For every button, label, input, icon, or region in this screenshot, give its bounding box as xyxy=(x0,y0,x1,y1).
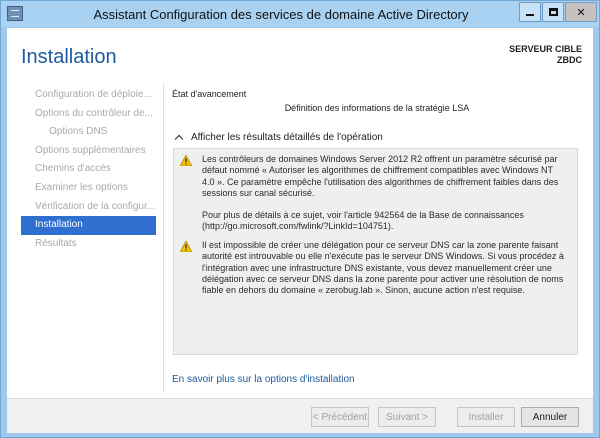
result-message-text: Il est impossible de créer une délégatio… xyxy=(202,240,567,296)
next-button[interactable]: Suivant > xyxy=(378,407,436,427)
progress-status: Définition des informations de la straté… xyxy=(284,103,470,113)
details-toggle[interactable]: Afficher les résultats détaillés de l'op… xyxy=(174,132,383,143)
wizard-window: Assistant Configuration des services de … xyxy=(0,0,600,438)
sidebar-divider xyxy=(163,83,164,393)
target-server-label: SERVEUR CIBLE xyxy=(509,44,582,54)
close-button[interactable]: ✕ xyxy=(565,2,597,22)
detailed-results-panel[interactable]: Les contrôleurs de domaines Windows Serv… xyxy=(173,148,578,355)
target-server-name: ZBDC xyxy=(557,55,582,65)
result-message-paragraph: Pour plus de détails à ce sujet, voir l'… xyxy=(202,210,524,232)
page-title: Installation xyxy=(21,46,117,68)
result-message-paragraph: Les contrôleurs de domaines Windows Serv… xyxy=(202,154,559,198)
chevron-up-icon xyxy=(174,134,184,143)
details-toggle-label: Afficher les résultats détaillés de l'op… xyxy=(191,132,383,143)
nav-item-paths[interactable]: Chemins d'accès xyxy=(21,160,156,179)
install-button[interactable]: Installer xyxy=(457,407,515,427)
wizard-footer: < Précédent Suivant > Installer Annuler xyxy=(7,398,593,433)
learn-more-link[interactable]: En savoir plus sur la options d'installa… xyxy=(172,374,355,385)
nav-item-additional-options[interactable]: Options supplémentaires xyxy=(21,142,156,161)
nav-item-prerequisites-check[interactable]: Vérification de la configur... xyxy=(21,198,156,217)
maximize-icon xyxy=(548,8,558,16)
warning-icon xyxy=(180,241,192,252)
result-message: Il est impossible de créer une délégatio… xyxy=(180,240,570,296)
nav-item-installation[interactable]: Installation xyxy=(21,216,156,235)
cancel-button[interactable]: Annuler xyxy=(521,407,579,427)
close-icon: ✕ xyxy=(576,6,586,19)
result-message-text: Les contrôleurs de domaines Windows Serv… xyxy=(202,154,567,233)
progress-label: État d'avancement xyxy=(172,89,247,99)
nav-item-dc-options[interactable]: Options du contrôleur de... xyxy=(21,105,156,124)
title-bar[interactable]: Assistant Configuration des services de … xyxy=(1,1,599,27)
minimize-button[interactable] xyxy=(519,2,541,22)
maximize-button[interactable] xyxy=(542,2,564,22)
nav-item-results[interactable]: Résultats xyxy=(21,235,156,254)
warning-icon xyxy=(180,155,192,166)
result-message: Les contrôleurs de domaines Windows Serv… xyxy=(180,154,570,233)
previous-button[interactable]: < Précédent xyxy=(311,407,369,427)
result-message-paragraph: Il est impossible de créer une délégatio… xyxy=(202,240,564,296)
wizard-steps-nav: Configuration de déploie... Options du c… xyxy=(21,86,156,253)
nav-item-review-options[interactable]: Examiner les options xyxy=(21,179,156,198)
nav-item-deployment-config[interactable]: Configuration de déploie... xyxy=(21,86,156,105)
window-title: Assistant Configuration des services de … xyxy=(93,7,469,22)
nav-item-dns-options[interactable]: Options DNS xyxy=(21,123,156,142)
wizard-content: Installation SERVEUR CIBLE ZBDC Configur… xyxy=(7,28,593,433)
minimize-icon xyxy=(526,14,534,16)
